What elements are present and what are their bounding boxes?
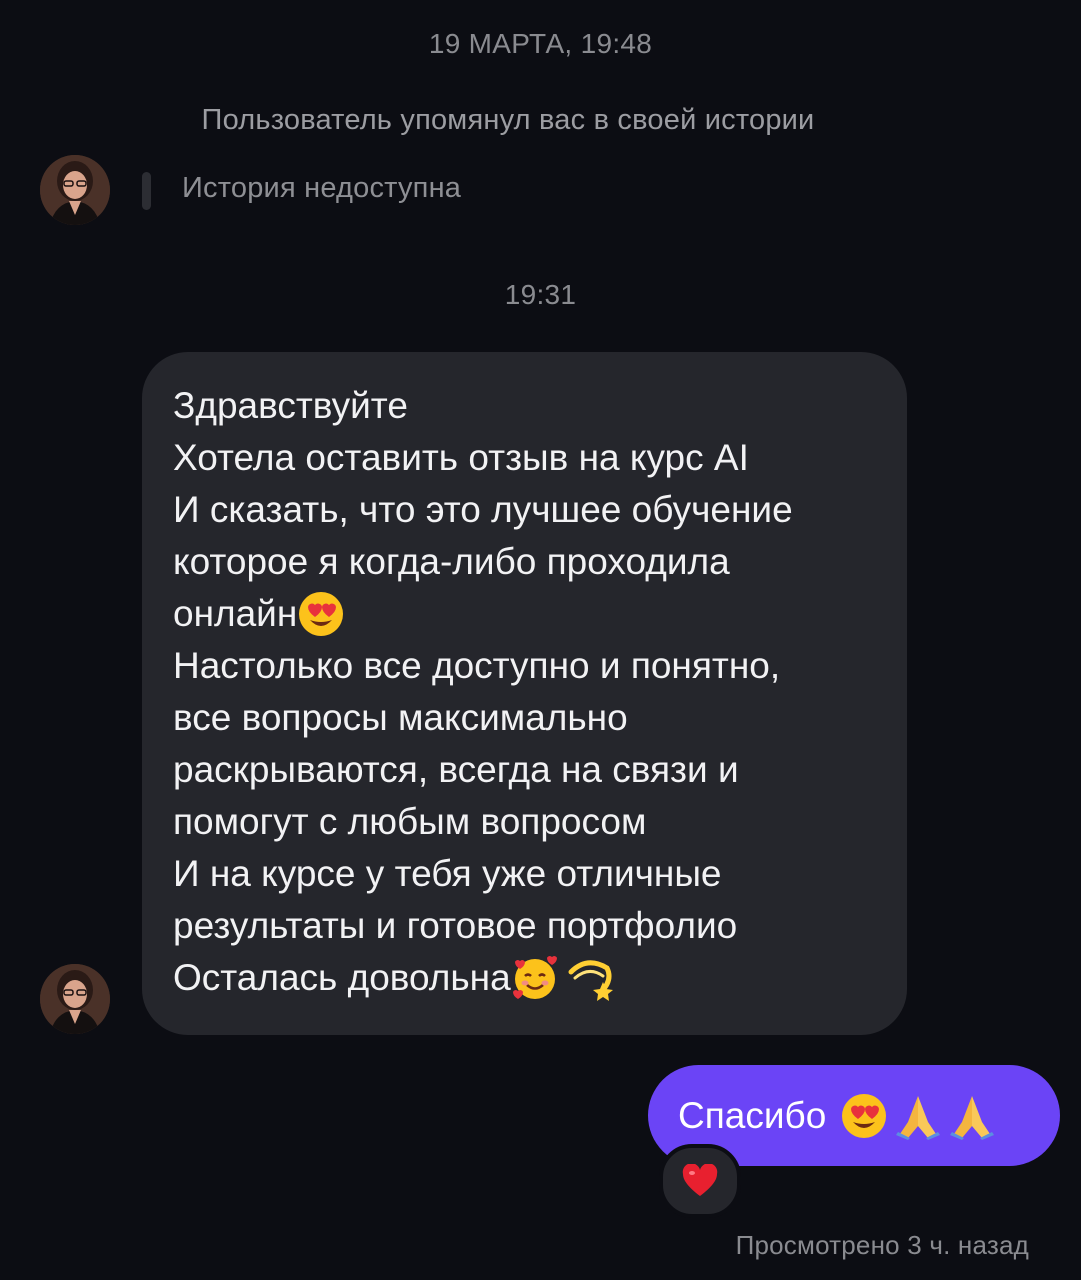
avatar[interactable]	[40, 155, 110, 225]
avatar[interactable]	[40, 964, 110, 1034]
date-header: 19 МАРТА, 19:48	[428, 28, 653, 59]
seen-status: Просмотрено 3 ч. назад	[735, 1230, 1029, 1260]
message-line: раскрываются, всегда на связи и	[173, 749, 739, 790]
avatar-photo	[40, 155, 110, 225]
message-line: И сказать, что это лучшее обучение	[173, 489, 793, 530]
message-reaction[interactable]	[659, 1144, 741, 1218]
smiling-face-with-hearts-emoji	[512, 956, 557, 999]
message-line: помогут с любым вопросом	[173, 801, 647, 842]
time-header: 19:31	[504, 279, 577, 310]
red-heart-emoji	[682, 1164, 718, 1196]
message-line: Хотела оставить отзыв на курс AI	[173, 437, 749, 478]
incoming-message-bubble[interactable]: Здравствуйте Хотела оставить отзыв на ку…	[142, 352, 907, 1035]
message-line: И на курсе у тебя уже отличные	[173, 853, 722, 894]
dm-thread-screen: 19 МАРТА, 19:48 Пользователь упомянул ва…	[0, 0, 1081, 1280]
message-line: все вопросы максимально	[173, 697, 628, 738]
avatar-photo	[40, 964, 110, 1034]
story-unavailable-label: История недоступна	[182, 172, 462, 204]
outgoing-message-text: Спасибо	[678, 1094, 827, 1136]
message-line: Настолько все доступно и понятно,	[173, 645, 781, 686]
heart-eyes-emoji	[299, 592, 344, 636]
dizzy-emoji	[568, 960, 613, 1001]
message-line: которое я когда-либо проходила	[173, 541, 730, 582]
message-line: Осталась довольна	[173, 952, 877, 1004]
folded-hands-emoji	[950, 1095, 995, 1140]
message-line: Здравствуйте	[173, 385, 408, 426]
story-mention-note: Пользователь упомянул вас в своей истори…	[201, 104, 815, 136]
story-reply-bar	[142, 172, 151, 210]
heart-eyes-emoji	[842, 1093, 887, 1138]
message-line: онлайн	[173, 588, 877, 640]
message-line: результаты и готовое портфолио	[173, 905, 738, 946]
folded-hands-emoji	[896, 1095, 941, 1140]
